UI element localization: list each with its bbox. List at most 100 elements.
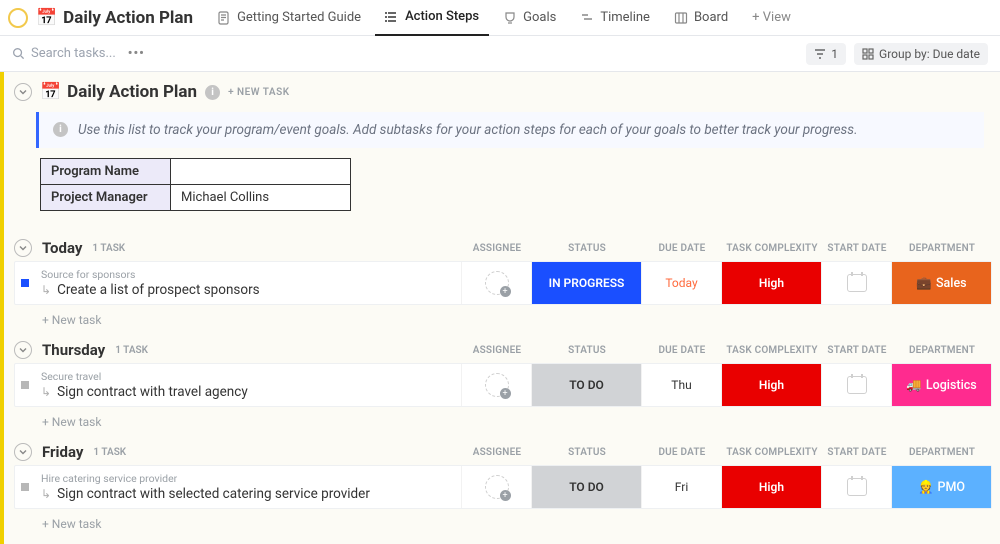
complexity-cell[interactable]: High	[721, 364, 821, 406]
toolbar-more-button[interactable]: •••	[124, 46, 149, 61]
tab-getting-started[interactable]: Getting Started Guide	[207, 0, 371, 36]
status-badge[interactable]: IN PROGRESS	[532, 262, 641, 304]
collapse-group-button[interactable]	[14, 239, 32, 257]
assignee-placeholder-icon[interactable]	[485, 271, 509, 295]
task-row[interactable]: Source for sponsors ↳ Create a list of p…	[14, 261, 992, 305]
col-assignee[interactable]: ASSIGNEE	[462, 243, 532, 254]
workspace-title[interactable]: 📅 Daily Action Plan	[36, 8, 193, 28]
task-name[interactable]: ↳ Sign contract with selected catering s…	[41, 486, 453, 502]
search-placeholder: Search tasks...	[31, 46, 116, 61]
col-dept[interactable]: DEPARTMENT	[892, 243, 992, 254]
department-badge[interactable]: 💼Sales	[892, 262, 991, 304]
calendar-icon[interactable]	[847, 274, 867, 292]
info-icon[interactable]: i	[205, 85, 220, 100]
task-name[interactable]: ↳ Sign contract with travel agency	[41, 384, 453, 400]
status-square-icon[interactable]	[21, 381, 29, 389]
group-name[interactable]: Thursday	[42, 341, 105, 359]
workspace-title-text: Daily Action Plan	[63, 8, 193, 28]
department-badge[interactable]: 👷PMO	[892, 466, 991, 508]
group-name[interactable]: Today	[42, 239, 82, 257]
col-status[interactable]: STATUS	[532, 243, 642, 254]
due-cell[interactable]: Thu	[641, 364, 721, 406]
tab-board[interactable]: Board	[664, 0, 738, 36]
col-dept[interactable]: DEPARTMENT	[892, 345, 992, 356]
assignee-placeholder-icon[interactable]	[485, 475, 509, 499]
start-cell[interactable]	[821, 262, 891, 304]
department-badge[interactable]: 🚚Logistics	[892, 364, 991, 406]
complexity-badge[interactable]: High	[722, 262, 821, 304]
due-cell[interactable]: Fri	[641, 466, 721, 508]
task-main[interactable]: Hire catering service provider ↳ Sign co…	[15, 466, 461, 508]
search-input[interactable]: Search tasks...	[12, 46, 116, 61]
department-cell[interactable]: 🚚Logistics	[891, 364, 991, 406]
subtask-icon: ↳	[41, 487, 51, 501]
col-complex[interactable]: TASK COMPLEXITY	[722, 447, 822, 458]
collapse-list-button[interactable]	[14, 83, 32, 101]
col-due[interactable]: DUE DATE	[642, 243, 722, 254]
task-main[interactable]: Source for sponsors ↳ Create a list of p…	[15, 262, 461, 304]
toolbar: Search tasks... ••• 1 Group by: Due date	[0, 36, 1000, 72]
new-task-button[interactable]: + New task	[14, 509, 992, 531]
task-name[interactable]: ↳ Create a list of prospect sponsors	[41, 282, 453, 298]
status-square-icon[interactable]	[21, 483, 29, 491]
task-main[interactable]: Secure travel ↳ Sign contract with trave…	[15, 364, 461, 406]
list-title[interactable]: 📅 Daily Action Plan	[40, 82, 197, 102]
calendar-icon[interactable]	[847, 376, 867, 394]
complexity-badge[interactable]: High	[722, 466, 821, 508]
groupby-pill[interactable]: Group by: Due date	[854, 43, 988, 65]
brand-logo	[8, 8, 28, 28]
col-due[interactable]: DUE DATE	[642, 345, 722, 356]
col-status[interactable]: STATUS	[532, 447, 642, 458]
meta-value[interactable]: Michael Collins	[171, 185, 351, 211]
assignee-cell[interactable]	[461, 364, 531, 406]
col-status[interactable]: STATUS	[532, 345, 642, 356]
add-view-button[interactable]: + View	[742, 10, 801, 25]
status-cell[interactable]: TO DO	[531, 466, 641, 508]
filter-pill[interactable]: 1	[806, 43, 846, 65]
assignee-cell[interactable]	[461, 262, 531, 304]
col-dept[interactable]: DEPARTMENT	[892, 447, 992, 458]
col-complex[interactable]: TASK COMPLEXITY	[722, 243, 822, 254]
complexity-badge[interactable]: High	[722, 364, 821, 406]
calendar-icon: 📅	[40, 82, 61, 102]
status-badge[interactable]: TO DO	[532, 466, 641, 508]
tab-action-steps[interactable]: Action Steps	[375, 0, 489, 36]
collapse-group-button[interactable]	[14, 341, 32, 359]
complexity-cell[interactable]: High	[721, 262, 821, 304]
task-group: Thursday 1 TASK ASSIGNEE STATUS DUE DATE…	[14, 341, 992, 429]
tab-timeline[interactable]: Timeline	[570, 0, 660, 36]
due-cell[interactable]: Today	[641, 262, 721, 304]
col-start[interactable]: START DATE	[822, 243, 892, 254]
new-task-button[interactable]: + NEW TASK	[228, 87, 290, 98]
assignee-cell[interactable]	[461, 466, 531, 508]
calendar-icon[interactable]	[847, 478, 867, 496]
task-row[interactable]: Secure travel ↳ Sign contract with trave…	[14, 363, 992, 407]
task-row[interactable]: Hire catering service provider ↳ Sign co…	[14, 465, 992, 509]
collapse-group-button[interactable]	[14, 443, 32, 461]
meta-value[interactable]	[171, 159, 351, 185]
status-cell[interactable]: TO DO	[531, 364, 641, 406]
status-cell[interactable]: IN PROGRESS	[531, 262, 641, 304]
col-start[interactable]: START DATE	[822, 447, 892, 458]
meta-key: Project Manager	[41, 185, 171, 211]
col-assignee[interactable]: ASSIGNEE	[462, 447, 532, 458]
status-badge[interactable]: TO DO	[532, 364, 641, 406]
col-complex[interactable]: TASK COMPLEXITY	[722, 345, 822, 356]
department-cell[interactable]: 💼Sales	[891, 262, 991, 304]
new-task-button[interactable]: + New task	[14, 305, 992, 327]
col-start[interactable]: START DATE	[822, 345, 892, 356]
tab-label: Getting Started Guide	[237, 10, 361, 25]
new-task-button[interactable]: + New task	[14, 407, 992, 429]
parent-task-name: Hire catering service provider	[41, 472, 453, 485]
status-square-icon[interactable]	[21, 279, 29, 287]
department-cell[interactable]: 👷PMO	[891, 466, 991, 508]
assignee-placeholder-icon[interactable]	[485, 373, 509, 397]
start-cell[interactable]	[821, 364, 891, 406]
col-assignee[interactable]: ASSIGNEE	[462, 345, 532, 356]
complexity-cell[interactable]: High	[721, 466, 821, 508]
start-cell[interactable]	[821, 466, 891, 508]
col-due[interactable]: DUE DATE	[642, 447, 722, 458]
trophy-icon	[503, 11, 517, 25]
group-name[interactable]: Friday	[42, 443, 83, 461]
tab-goals[interactable]: Goals	[493, 0, 566, 36]
